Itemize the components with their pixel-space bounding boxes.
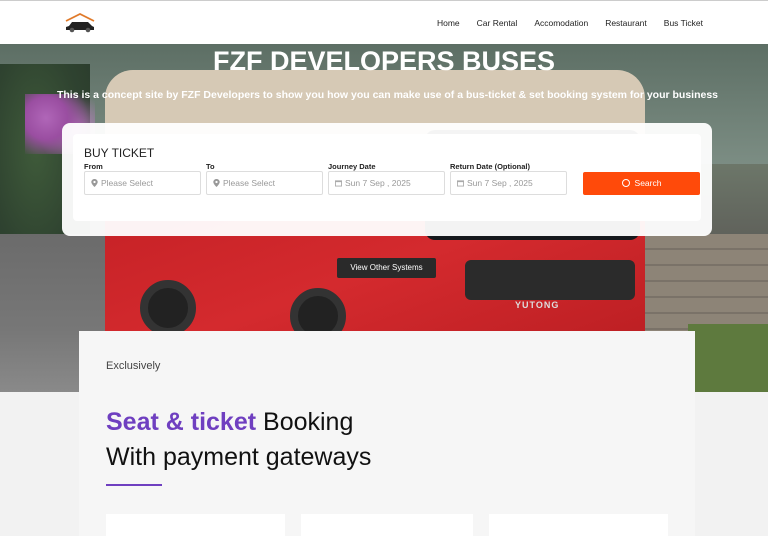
- hero-subtitle: This is a concept site by FZF Developers…: [56, 89, 719, 101]
- bus-brand: YUTONG: [515, 300, 560, 310]
- return-date-value: Sun 7 Sep , 2025: [467, 178, 533, 188]
- hero-title: FZF DEVELOPERS BUSES: [212, 46, 556, 76]
- section-heading: Seat & ticket Booking With payment gatew…: [106, 405, 371, 475]
- section-kicker: Exclusively: [106, 360, 161, 372]
- search-icon: [621, 179, 630, 187]
- heading-rest: Booking: [263, 408, 354, 436]
- view-other-systems-button[interactable]: View Other Systems: [337, 258, 436, 278]
- to-select[interactable]: Please Select: [206, 171, 323, 195]
- feature-card: [489, 514, 668, 536]
- grass: [688, 324, 768, 392]
- map-marker-icon: [213, 179, 220, 187]
- search-button[interactable]: Search: [583, 172, 700, 195]
- to-label: To: [206, 162, 215, 171]
- booking-title: BUY TICKET: [84, 146, 155, 160]
- booking-panel: BUY TICKET From Please Select To Please …: [62, 123, 712, 236]
- features-section: Exclusively Seat & ticket Booking With p…: [79, 331, 695, 536]
- return-date-input[interactable]: Sun 7 Sep , 2025: [450, 171, 567, 195]
- bus-front-panel: [465, 260, 635, 300]
- calendar-icon: [335, 180, 342, 187]
- to-placeholder: Please Select: [223, 178, 275, 188]
- journey-date-value: Sun 7 Sep , 2025: [345, 178, 411, 188]
- heading-line2: With payment gateways: [106, 443, 372, 471]
- from-placeholder: Please Select: [101, 178, 153, 188]
- site-header: Home Car Rental Accomodation Restaurant …: [0, 0, 768, 44]
- booking-form: BUY TICKET From Please Select To Please …: [73, 134, 701, 221]
- search-button-label: Search: [634, 178, 662, 188]
- calendar-icon: [457, 180, 464, 187]
- nav-restaurant[interactable]: Restaurant: [605, 18, 647, 28]
- car-logo-icon[interactable]: [62, 11, 98, 35]
- journey-date-input[interactable]: Sun 7 Sep , 2025: [328, 171, 445, 195]
- return-date-label: Return Date (Optional): [450, 162, 530, 171]
- journey-date-label: Journey Date: [328, 162, 376, 171]
- nav-car-rental[interactable]: Car Rental: [477, 18, 518, 28]
- from-select[interactable]: Please Select: [84, 171, 201, 195]
- heading-accent: Seat & ticket: [106, 408, 257, 436]
- map-marker-icon: [91, 179, 98, 187]
- bus-wheel: [140, 280, 196, 336]
- feature-card: [301, 514, 473, 536]
- feature-card: [106, 514, 285, 536]
- nav-home[interactable]: Home: [437, 18, 460, 28]
- heading-underline: [106, 484, 162, 486]
- nav-bus-ticket[interactable]: Bus Ticket: [664, 18, 703, 28]
- from-label: From: [84, 162, 103, 171]
- nav-accomodation[interactable]: Accomodation: [534, 18, 588, 28]
- main-nav: Home Car Rental Accomodation Restaurant …: [420, 18, 703, 28]
